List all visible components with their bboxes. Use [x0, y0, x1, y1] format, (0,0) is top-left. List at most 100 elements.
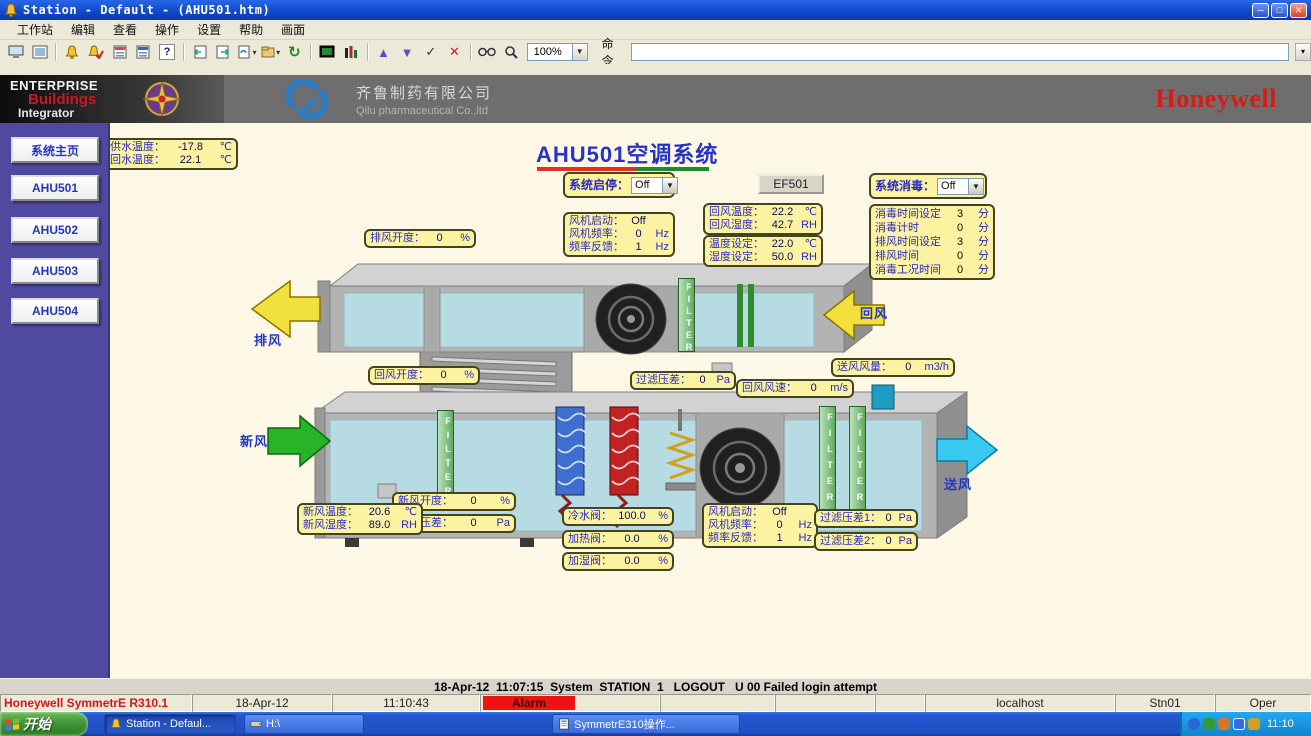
filter-column: FILTER [678, 278, 695, 352]
sidebar-item-ahu504[interactable]: AHU504 [11, 298, 99, 324]
raise-icon[interactable]: ▲ [373, 42, 395, 62]
status-bar: Honeywell SymmetrE R310.1 18-Apr-12 11:1… [0, 694, 1311, 712]
capture-icon[interactable] [29, 42, 51, 62]
value: 42.7 [764, 219, 801, 232]
trend-bars-icon[interactable] [340, 42, 362, 62]
unit: RH [401, 519, 417, 532]
title-underline [537, 167, 709, 171]
sidebar-item-home[interactable]: 系统主页 [11, 137, 99, 163]
selected-value: Off [632, 179, 662, 192]
recall-page-icon[interactable]: ▾ [236, 42, 258, 62]
toolbar-strip [0, 64, 1311, 75]
disinfect-panel: 消毒时间设定3分 消毒计时0分 排风时间设定3分 排风时间0分 消毒工况时间0分 [869, 204, 995, 280]
sidebar-item-ahu503[interactable]: AHU503 [11, 258, 99, 284]
chevron-down-icon[interactable]: ▼ [572, 44, 587, 60]
help-icon[interactable]: ? [156, 42, 178, 62]
menu-action[interactable]: 操作 [146, 19, 188, 40]
tray-green-icon[interactable] [1203, 718, 1215, 730]
compass-icon [140, 79, 184, 119]
humidifier-valve-box: 加湿阀：0.0% [562, 552, 674, 571]
fresh-air-label: 新风 [240, 431, 268, 450]
return-damper-box: 回风开度：0% [368, 366, 480, 385]
label: 过滤压差1： [820, 512, 881, 525]
system-disinfect-select[interactable]: Off ▼ [937, 178, 984, 195]
return-fan-box: 风机启动：Off 风机频率：0Hz 频率反馈：1Hz [563, 212, 675, 257]
page-title: AHU501空调系统 [536, 137, 718, 169]
label: 回风开度： [374, 369, 429, 382]
toolbar-separator [367, 43, 368, 61]
ebi-logo: ENTERPRISE Buildings Integrator [0, 75, 222, 123]
tray-gold-icon[interactable] [1248, 718, 1260, 730]
favorites-icon[interactable]: ▾ [260, 42, 282, 62]
label: 消毒工况时间 [875, 263, 947, 277]
task-station[interactable]: Station - Defaul... [104, 714, 236, 734]
ef501-button[interactable]: EF501 [758, 174, 824, 194]
sidebar-item-ahu501[interactable]: AHU501 [11, 175, 99, 201]
value: Off [763, 506, 796, 519]
message-summary-icon[interactable] [132, 42, 154, 62]
unit: Pa [714, 374, 730, 387]
unit: RH [801, 219, 817, 232]
tray-media-icon[interactable] [1188, 718, 1200, 730]
company-text: 齐鲁制药有限公司 Qilu pharmaceutical Co.,ltd [356, 82, 492, 117]
unit: 分 [973, 263, 989, 277]
start-button[interactable]: 开始 [0, 712, 88, 736]
command-input[interactable] [631, 43, 1289, 61]
command-dropdown-icon[interactable]: ▾ [1295, 43, 1311, 61]
alarm-ack-icon[interactable] [85, 42, 107, 62]
value: 0 [947, 249, 973, 263]
refresh-icon[interactable]: ↻ [284, 42, 306, 62]
maximize-button[interactable]: □ [1271, 3, 1288, 18]
filter-dp1-box: 过滤压差1：0Pa [814, 509, 918, 528]
status-blank [875, 694, 925, 712]
menu-view[interactable]: 查看 [104, 19, 146, 40]
chilled-valve-box: 冷水阀：100.0% [562, 507, 674, 526]
unit: Hz [796, 519, 812, 532]
menu-configure[interactable]: 设置 [188, 19, 230, 40]
value: 22.0 [764, 238, 801, 251]
station-icon[interactable] [5, 42, 27, 62]
label: 风机频率： [708, 519, 763, 532]
zoom-select[interactable]: 100% ▼ [527, 43, 588, 61]
tray-orange-icon[interactable] [1218, 718, 1230, 730]
label: 频率反馈： [569, 241, 624, 254]
accept-icon[interactable]: ✓ [420, 42, 442, 62]
system-start-select[interactable]: Off ▼ [631, 177, 678, 194]
menu-edit[interactable]: 编辑 [62, 19, 104, 40]
sidebar-item-ahu502[interactable]: AHU502 [11, 217, 99, 243]
alarm-page-icon[interactable] [61, 42, 83, 62]
task-document[interactable]: SymmetrE310操作... [552, 714, 740, 734]
alarm-indicator[interactable]: Alarm [483, 696, 575, 710]
value: Off [624, 215, 653, 228]
return-fan-graphic [584, 284, 678, 354]
display-icon[interactable] [316, 42, 338, 62]
status-blank [660, 694, 775, 712]
cancel-icon[interactable]: ✕ [444, 42, 466, 62]
unit: Hz [796, 532, 812, 545]
minimize-button[interactable]: ─ [1252, 3, 1269, 18]
task-drive[interactable]: H:\ [244, 714, 364, 734]
forward-page-icon[interactable] [212, 42, 234, 62]
menu-station[interactable]: 工作站 [8, 19, 62, 40]
exhaust-damper-box: 排风开度：0% [364, 229, 476, 248]
alarm-summary-icon[interactable] [109, 42, 131, 62]
label: 回水温度： [110, 154, 165, 167]
close-button[interactable]: ✕ [1290, 3, 1307, 18]
tray-monitor-icon[interactable] [1233, 718, 1245, 730]
lower-icon[interactable]: ▼ [396, 42, 418, 62]
label: 温度设定： [709, 238, 764, 251]
chevron-down-icon[interactable]: ▼ [968, 179, 983, 194]
unit: ℃ [801, 238, 817, 251]
label: 消毒计时 [875, 221, 947, 235]
label: 回风风速： [742, 382, 797, 395]
value: 0 [691, 374, 714, 387]
return-air-box: 回风温度：22.2℃ 回风湿度：42.7RH [703, 203, 823, 235]
back-page-icon[interactable] [189, 42, 211, 62]
find-glasses-icon[interactable] [476, 42, 498, 62]
zoom-icon[interactable] [500, 42, 522, 62]
menu-screens[interactable]: 画面 [272, 19, 314, 40]
unit: % [458, 369, 474, 382]
menu-help[interactable]: 帮助 [230, 19, 272, 40]
label: 排风开度： [370, 232, 425, 245]
chevron-down-icon[interactable]: ▼ [662, 178, 677, 193]
